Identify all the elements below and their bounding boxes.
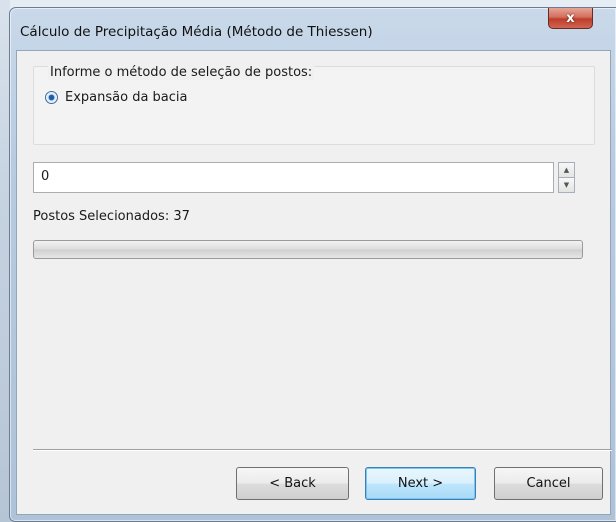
numeric-stepper: ▲ ▼ [558, 162, 575, 193]
next-button[interactable]: Next > [365, 467, 476, 500]
selection-method-label: Informe o método de seleção de postos: [48, 65, 315, 80]
back-button[interactable]: < Back [236, 467, 349, 500]
title-bar[interactable]: Cálculo de Precipitação Média (Método de… [10, 8, 616, 50]
window-title: Cálculo de Precipitação Média (Método de… [20, 24, 373, 40]
close-button[interactable]: x [548, 8, 593, 29]
radio-expansao-bacia[interactable]: Expansão da bacia [45, 90, 187, 105]
arrow-up-icon: ▲ [563, 165, 570, 174]
footer-separator [33, 449, 612, 451]
selection-method-group: Informe o método de seleção de postos: E… [33, 65, 595, 145]
expansion-value-input[interactable]: 0 [33, 162, 554, 193]
close-icon: x [566, 10, 575, 26]
arrow-down-icon: ▼ [563, 180, 570, 189]
radio-label: Expansão da bacia [65, 90, 188, 105]
stepper-up-button[interactable]: ▲ [558, 162, 575, 178]
progress-bar [33, 240, 583, 259]
dialog-client-area: Informe o método de seleção de postos: E… [16, 50, 612, 515]
cancel-button[interactable]: Cancel [494, 467, 603, 500]
wizard-dialog: Cálculo de Precipitação Média (Método de… [9, 7, 616, 522]
stepper-down-button[interactable]: ▼ [558, 178, 575, 193]
selected-stations-count: Postos Selecionados: 37 [33, 209, 190, 224]
radio-button-checked-icon[interactable] [45, 91, 58, 104]
